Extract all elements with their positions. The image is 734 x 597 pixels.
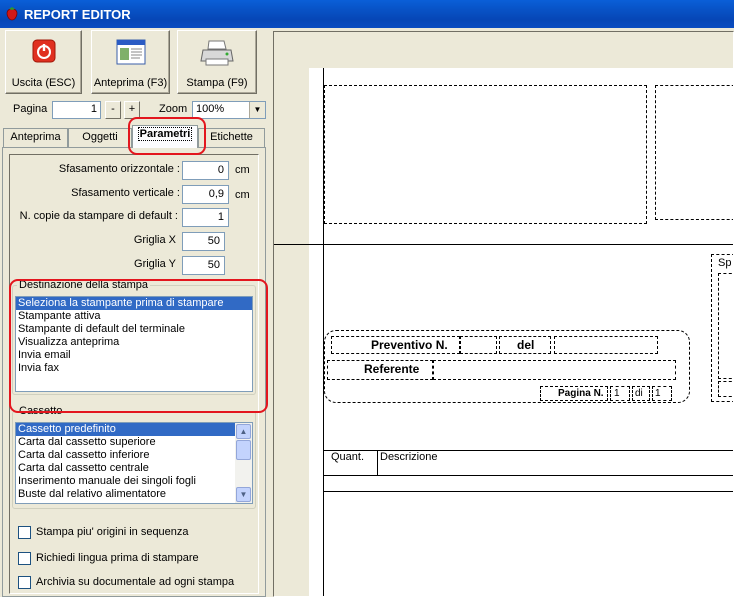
list-item[interactable]: Buste dal relativo alimentatore [16, 488, 252, 501]
report-page-total: 1 [655, 388, 661, 399]
parameters-inner: Sfasamento orizzontale : 0 cm Sfasamento… [9, 154, 259, 594]
report-del-label: del [517, 338, 535, 352]
report-box-sp-foot [718, 381, 733, 397]
page-minus-button[interactable]: - [105, 101, 121, 119]
printer-icon [200, 40, 234, 66]
tray-list[interactable]: Cassetto predefinito Carta dal cassetto … [15, 422, 253, 504]
list-item[interactable]: Cassetto predefinito [16, 423, 252, 436]
report-referente-label: Referente [364, 362, 420, 376]
destination-group: Destinazione della stampa Seleziona la s… [12, 279, 256, 395]
tray-scrollbar[interactable]: ▲ ▼ [235, 423, 252, 503]
list-item[interactable]: Seleziona la stampante prima di stampare [16, 297, 252, 310]
tab-parametri[interactable]: Parametri [132, 125, 198, 148]
report-field-date[interactable] [554, 336, 658, 354]
list-item[interactable]: Inserimento manuale dei singoli fogli [16, 475, 252, 488]
print-button[interactable]: Stampa (F9) [177, 30, 257, 94]
print-label: Stampa (F9) [186, 77, 248, 89]
tab-strip: Anteprima Oggetti Parametri Etichette [0, 125, 270, 148]
page-plus-button[interactable]: + [124, 101, 140, 119]
preview-window-icon [116, 39, 145, 65]
report-page-num: 1 [614, 388, 620, 399]
preview-label: Anteprima (F3) [93, 77, 168, 89]
window-title: REPORT EDITOR [24, 7, 131, 22]
report-page: Sp Preventivo N. del Referente Pagina N.… [274, 68, 733, 596]
v-offset-unit: cm [235, 189, 250, 201]
report-field-referente-value[interactable] [433, 360, 676, 380]
checkbox-multi-origin-label: Stampa piu' origini in sequenza [36, 526, 189, 538]
tab-oggetti[interactable]: Oggetti [68, 128, 132, 147]
grid-x-field[interactable]: 50 [182, 232, 225, 251]
v-offset-label: Sfasamento verticale : [71, 187, 180, 199]
page-field[interactable]: 1 [52, 101, 101, 119]
exit-label: Uscita (ESC) [11, 77, 76, 89]
checkbox-ask-language-label: Richiedi lingua prima di stampare [36, 552, 199, 564]
zoom-value: 100% [196, 103, 225, 115]
report-band-line [274, 244, 733, 245]
h-offset-label: Sfasamento orizzontale : [58, 163, 180, 175]
report-sp-label: Sp [718, 257, 732, 269]
pager-row: Pagina 1 - + Zoom 100% ▼ [0, 100, 270, 120]
checkbox-ask-language[interactable] [18, 552, 31, 565]
h-offset-field[interactable]: 0 [182, 161, 229, 180]
destination-title: Destinazione della stampa [17, 279, 151, 291]
list-item[interactable]: Carta dal cassetto superiore [16, 436, 252, 449]
list-item[interactable]: Stampante di default del terminale [16, 323, 252, 336]
report-box-sp-inner [718, 273, 733, 379]
chevron-down-icon[interactable]: ▼ [249, 102, 265, 118]
exit-button[interactable]: Uscita (ESC) [5, 30, 82, 94]
report-field-page-num[interactable] [610, 386, 630, 401]
checkbox-archive[interactable] [18, 576, 31, 589]
report-table-header-line-2 [324, 491, 733, 492]
scroll-down-icon[interactable]: ▼ [236, 487, 251, 502]
report-table-header-line [324, 475, 733, 476]
left-panel: Uscita (ESC) Anteprima (F3) Stampa (F9) … [0, 28, 270, 597]
list-item[interactable]: Invia email [16, 349, 252, 362]
report-table-col-divider [377, 450, 378, 475]
list-item[interactable]: Stampante attiva [16, 310, 252, 323]
tab-anteprima[interactable]: Anteprima [3, 128, 68, 147]
report-margin-line [323, 68, 324, 596]
grid-y-label: Griglia Y [134, 258, 176, 270]
report-col-descr: Descrizione [380, 451, 438, 463]
tray-group: Cassetto Cassetto predefinito Carta dal … [12, 405, 256, 509]
copies-field[interactable]: 1 [182, 208, 229, 227]
list-item[interactable]: Carta dal cassetto centrale [16, 462, 252, 475]
power-icon [32, 39, 55, 63]
report-canvas[interactable]: Sp Preventivo N. del Referente Pagina N.… [273, 31, 734, 597]
v-offset-field[interactable]: 0,9 [182, 185, 229, 204]
report-col-quant: Quant. [331, 451, 365, 463]
report-pagina-label: Pagina N. [558, 388, 604, 399]
strawberry-icon [6, 7, 18, 21]
report-preventivo-label: Preventivo N. [371, 338, 448, 352]
checkbox-archive-label: Archivia su documentale ad ogni stampa [36, 576, 235, 588]
tab-etichette[interactable]: Etichette [198, 128, 265, 147]
h-offset-unit: cm [235, 164, 250, 176]
copies-label: N. copie da stampare di default : [19, 210, 178, 222]
list-item[interactable]: Visualizza anteprima [16, 336, 252, 349]
destination-list[interactable]: Seleziona la stampante prima di stampare… [15, 296, 253, 392]
grid-x-label: Griglia X [133, 234, 176, 246]
parameters-panel: Sfasamento orizzontale : 0 cm Sfasamento… [2, 147, 266, 597]
report-di-label: di [635, 388, 643, 399]
page-label: Pagina [13, 103, 48, 115]
tray-title: Cassetto [17, 405, 65, 417]
checkbox-multi-origin[interactable] [18, 526, 31, 539]
list-item[interactable]: Invia fax [16, 362, 252, 375]
preview-button[interactable]: Anteprima (F3) [91, 30, 170, 94]
scroll-up-icon[interactable]: ▲ [236, 424, 251, 439]
report-box-company[interactable] [655, 85, 733, 220]
grid-y-field[interactable]: 50 [182, 256, 225, 275]
zoom-select[interactable]: 100% ▼ [192, 101, 266, 119]
report-canvas-panel: Sp Preventivo N. del Referente Pagina N.… [271, 28, 734, 597]
tab-parametri-label: Parametri [137, 127, 193, 141]
zoom-label: Zoom [159, 103, 188, 115]
scroll-thumb[interactable] [236, 440, 251, 460]
report-box-logo[interactable] [324, 85, 647, 224]
list-item[interactable]: Carta dal cassetto inferiore [16, 449, 252, 462]
title-bar: REPORT EDITOR [0, 0, 734, 28]
report-field-preventivo-num[interactable] [460, 336, 497, 354]
